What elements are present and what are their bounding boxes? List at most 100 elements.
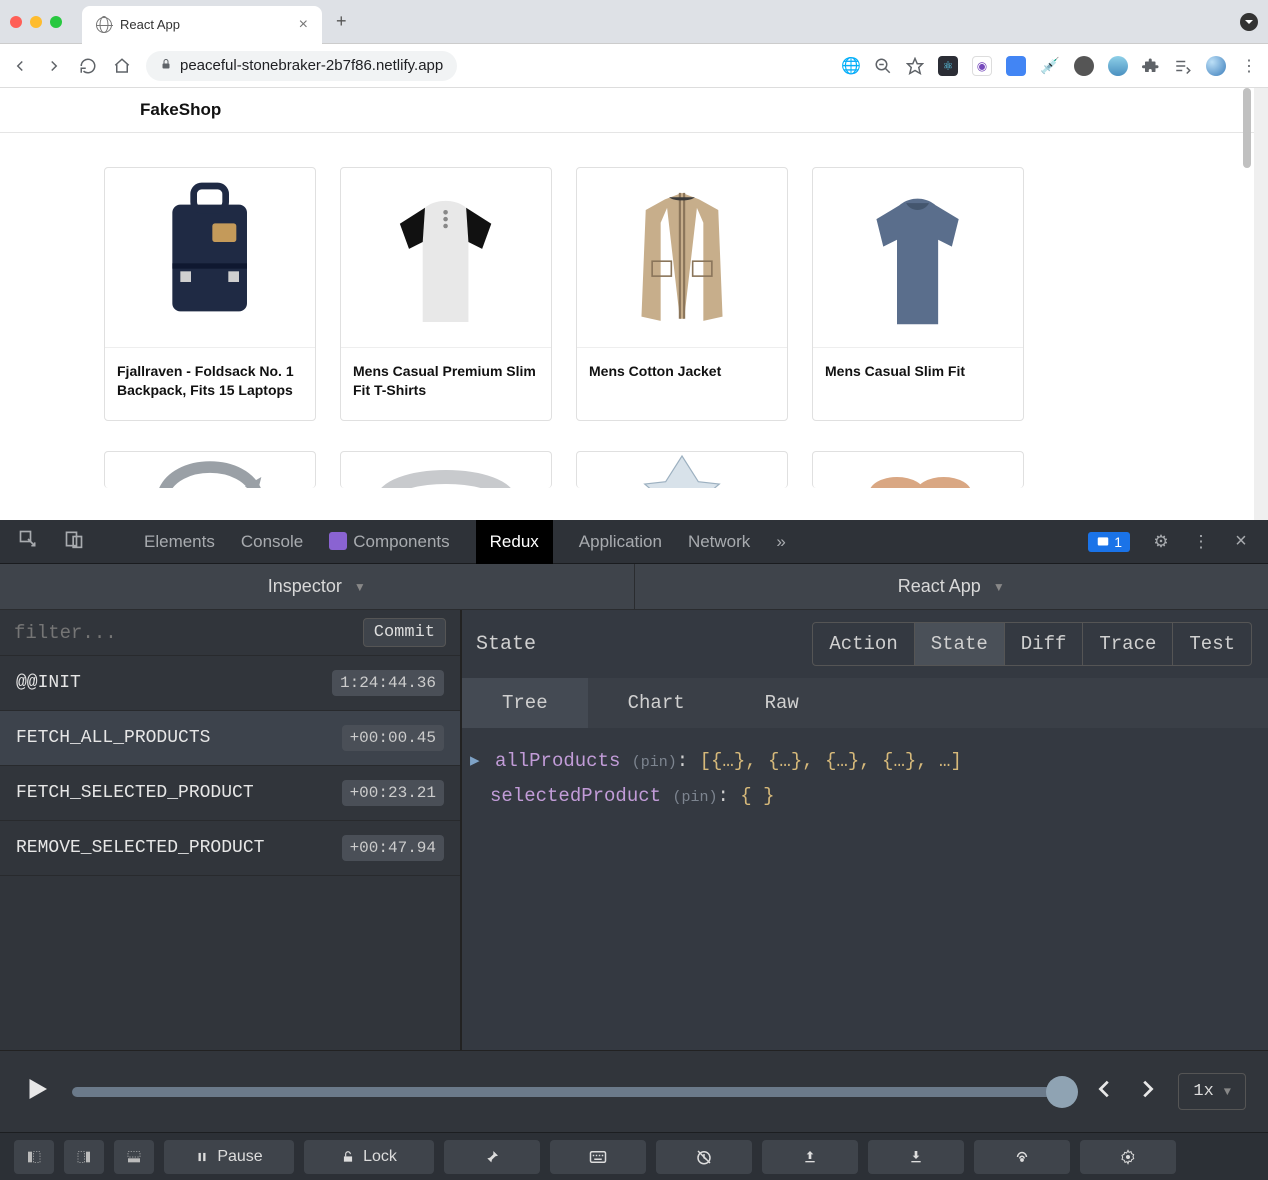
view-raw[interactable]: Raw bbox=[725, 678, 839, 728]
action-item[interactable]: @@INIT1:24:44.36 bbox=[0, 656, 460, 711]
product-title: Mens Casual Premium Slim Fit T-Shirts bbox=[341, 348, 551, 420]
tab-title: React App bbox=[120, 17, 180, 32]
extension-react-icon[interactable]: ⚛ bbox=[938, 56, 958, 76]
back-button[interactable] bbox=[10, 56, 30, 76]
inspector-dropdown[interactable]: Inspector▼ bbox=[0, 564, 635, 610]
url-text: peaceful-stonebraker-2b7f86.netlify.app bbox=[180, 57, 443, 74]
tab-redux[interactable]: Redux bbox=[476, 520, 553, 564]
upload-icon[interactable] bbox=[762, 1140, 858, 1174]
tab-application[interactable]: Application bbox=[579, 532, 662, 552]
product-card[interactable]: Mens Casual Premium Slim Fit T-Shirts bbox=[340, 167, 552, 421]
tree-row[interactable]: selectedProduct (pin): { } bbox=[470, 779, 1260, 814]
close-window-button[interactable] bbox=[10, 16, 22, 28]
tab-components[interactable]: Components bbox=[329, 532, 449, 552]
keyboard-icon[interactable] bbox=[550, 1140, 646, 1174]
tree-row[interactable]: ▸ allProducts (pin): [{…}, {…}, {…}, {…}… bbox=[470, 744, 1260, 779]
profile-avatar-icon[interactable] bbox=[1206, 56, 1226, 76]
inspect-element-icon[interactable] bbox=[18, 529, 38, 554]
window-controls bbox=[10, 16, 62, 28]
home-button[interactable] bbox=[112, 56, 132, 76]
pin-icon[interactable] bbox=[444, 1140, 540, 1174]
action-item[interactable]: FETCH_SELECTED_PRODUCT+00:23.21 bbox=[0, 766, 460, 821]
product-image bbox=[577, 452, 787, 488]
product-card[interactable] bbox=[812, 451, 1024, 488]
seg-trace[interactable]: Trace bbox=[1083, 623, 1173, 665]
seg-test[interactable]: Test bbox=[1173, 623, 1251, 665]
scrollbar-thumb[interactable] bbox=[1243, 88, 1251, 168]
minimize-window-button[interactable] bbox=[30, 16, 42, 28]
maximize-window-button[interactable] bbox=[50, 16, 62, 28]
new-tab-button[interactable]: + bbox=[336, 11, 347, 32]
product-card[interactable] bbox=[104, 451, 316, 488]
commit-button[interactable]: Commit bbox=[363, 618, 446, 647]
react-icon bbox=[329, 532, 347, 550]
forward-button[interactable] bbox=[44, 56, 64, 76]
tab-elements[interactable]: Elements bbox=[144, 532, 215, 552]
tabs-overflow[interactable]: » bbox=[776, 532, 785, 552]
product-card[interactable] bbox=[576, 451, 788, 488]
action-time: +00:00.45 bbox=[342, 725, 444, 751]
devtools-body: Commit @@INIT1:24:44.36 FETCH_ALL_PRODUC… bbox=[0, 610, 1268, 1050]
seg-state[interactable]: State bbox=[915, 623, 1005, 665]
gear-icon[interactable]: ⚙ bbox=[1152, 533, 1170, 551]
extension-redux-icon[interactable]: ◉ bbox=[972, 56, 992, 76]
action-item[interactable]: FETCH_ALL_PRODUCTS+00:00.45 bbox=[0, 711, 460, 766]
extension-ublock-icon[interactable] bbox=[1074, 56, 1094, 76]
tab-console[interactable]: Console bbox=[241, 532, 303, 552]
seg-diff[interactable]: Diff bbox=[1005, 623, 1084, 665]
extension-colorpicker-icon[interactable]: 💉 bbox=[1040, 56, 1060, 76]
view-chart[interactable]: Chart bbox=[588, 678, 725, 728]
app-dropdown[interactable]: React App▼ bbox=[635, 564, 1268, 610]
view-tabs: Tree Chart Raw bbox=[462, 678, 1268, 728]
tab-network[interactable]: Network bbox=[688, 532, 750, 552]
dock-bottom-icon[interactable] bbox=[114, 1140, 154, 1174]
reload-button[interactable] bbox=[78, 56, 98, 76]
download-icon[interactable] bbox=[868, 1140, 964, 1174]
player-thumb[interactable] bbox=[1046, 1076, 1078, 1108]
translate-icon[interactable]: 🌐 bbox=[842, 57, 860, 75]
view-tree[interactable]: Tree bbox=[462, 678, 588, 728]
product-image bbox=[577, 168, 787, 348]
extension-gtranslate-icon[interactable] bbox=[1006, 56, 1026, 76]
kebab-menu-icon[interactable]: ⋮ bbox=[1240, 57, 1258, 75]
play-button[interactable] bbox=[22, 1074, 52, 1109]
zoom-out-icon[interactable] bbox=[874, 57, 892, 75]
device-toggle-icon[interactable] bbox=[64, 529, 84, 554]
state-header: State Action State Diff Trace Test bbox=[462, 610, 1268, 678]
profile-chevron-icon[interactable] bbox=[1240, 13, 1258, 31]
filter-input[interactable] bbox=[14, 622, 353, 644]
state-label: State bbox=[476, 633, 536, 656]
dock-left-icon[interactable] bbox=[14, 1140, 54, 1174]
product-card[interactable]: Mens Casual Slim Fit bbox=[812, 167, 1024, 421]
dock-right-icon[interactable] bbox=[64, 1140, 104, 1174]
seg-action[interactable]: Action bbox=[813, 623, 914, 665]
player-prev-button[interactable] bbox=[1094, 1078, 1116, 1105]
speed-select[interactable]: 1x▼ bbox=[1178, 1073, 1246, 1110]
reading-list-icon[interactable] bbox=[1174, 57, 1192, 75]
browser-toolbar: peaceful-stonebraker-2b7f86.netlify.app … bbox=[0, 44, 1268, 88]
close-devtools-icon[interactable]: × bbox=[1232, 533, 1250, 551]
issues-badge[interactable]: 1 bbox=[1088, 532, 1130, 552]
product-card[interactable]: Mens Cotton Jacket bbox=[576, 167, 788, 421]
expand-icon[interactable]: ▸ bbox=[470, 750, 480, 772]
product-card[interactable]: Fjallraven - Foldsack No. 1 Backpack, Fi… bbox=[104, 167, 316, 421]
settings-icon[interactable] bbox=[1080, 1140, 1176, 1174]
clear-history-icon[interactable] bbox=[656, 1140, 752, 1174]
close-tab-icon[interactable]: × bbox=[299, 16, 308, 34]
player-next-button[interactable] bbox=[1136, 1078, 1158, 1105]
url-bar[interactable]: peaceful-stonebraker-2b7f86.netlify.app bbox=[146, 51, 457, 81]
lock-button[interactable]: Lock bbox=[304, 1140, 434, 1174]
star-icon[interactable] bbox=[906, 57, 924, 75]
product-image bbox=[341, 452, 551, 488]
product-grid: Fjallraven - Foldsack No. 1 Backpack, Fi… bbox=[0, 133, 1254, 421]
player-track[interactable] bbox=[72, 1087, 1074, 1097]
devtools-panel: Elements Console Components Redux Applic… bbox=[0, 520, 1268, 1180]
extension-sonar-icon[interactable] bbox=[1108, 56, 1128, 76]
product-card[interactable] bbox=[340, 451, 552, 488]
extensions-menu-icon[interactable] bbox=[1142, 57, 1160, 75]
browser-tab[interactable]: React App × bbox=[82, 6, 322, 44]
action-item[interactable]: REMOVE_SELECTED_PRODUCT+00:47.94 bbox=[0, 821, 460, 876]
pause-button[interactable]: Pause bbox=[164, 1140, 294, 1174]
kebab-icon[interactable]: ⋮ bbox=[1192, 533, 1210, 551]
remote-icon[interactable] bbox=[974, 1140, 1070, 1174]
